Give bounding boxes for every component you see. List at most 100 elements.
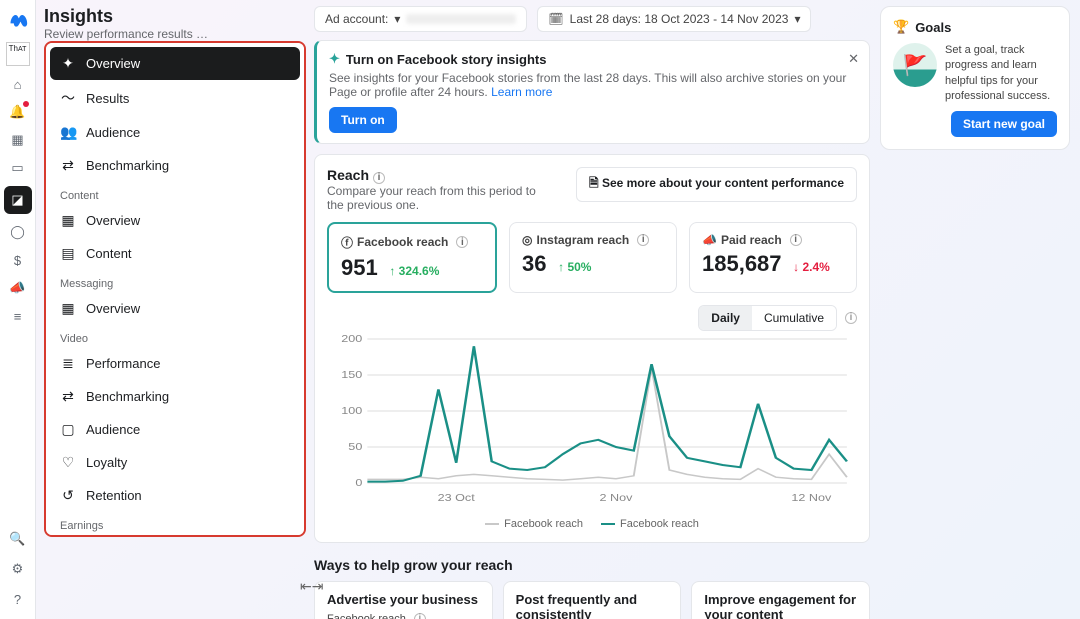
- grow-reach-section: Ways to help grow your reach Advertise y…: [314, 557, 870, 619]
- nav-icon: ↺: [60, 487, 76, 504]
- help-icon[interactable]: ?: [8, 589, 28, 609]
- nav-icon: ⇄: [60, 388, 76, 405]
- info-icon[interactable]: i: [373, 172, 385, 184]
- stat-facebook-reach[interactable]: ⓕ Facebook reach i 951 ↑ 324.6%: [327, 222, 497, 293]
- svg-text:150: 150: [341, 370, 362, 381]
- calendar-icon[interactable]: ▭: [8, 158, 28, 178]
- nav-icon: ≣: [60, 355, 76, 372]
- nav-item-audience[interactable]: ▢Audience: [50, 413, 300, 446]
- ig-icon: ◎: [522, 233, 532, 247]
- info-icon[interactable]: i: [637, 234, 649, 246]
- date-range-selector[interactable]: 🗓 Last 28 days: 18 Oct 2023 - 14 Nov 202…: [537, 6, 811, 32]
- home-icon[interactable]: ⌂: [8, 74, 28, 94]
- legend-prev: Facebook reach: [485, 518, 583, 530]
- nav-section-messaging: Messaging: [50, 270, 300, 292]
- page-header: Insights Review performance results …: [44, 6, 306, 41]
- date-range-label: Last 28 days: 18 Oct 2023 - 14 Nov 2023: [570, 12, 789, 26]
- info-icon[interactable]: i: [790, 234, 802, 246]
- collapse-sidebar-icon[interactable]: ⇤⇥: [300, 578, 323, 595]
- chart-legend: Facebook reach Facebook reach: [327, 518, 857, 530]
- trophy-icon: 🏆: [893, 19, 909, 35]
- grid-icon[interactable]: ▦: [8, 130, 28, 150]
- stat-paid-reach[interactable]: 📣 Paid reach i 185,687 ↓ 2.4%: [689, 222, 857, 293]
- ads-icon[interactable]: 📣: [8, 278, 28, 298]
- turn-on-button[interactable]: Turn on: [329, 107, 397, 133]
- nav-item-audience[interactable]: 👥Audience: [50, 116, 300, 149]
- close-icon[interactable]: ✕: [848, 51, 859, 67]
- info-icon[interactable]: i: [456, 236, 468, 248]
- nav-item-overview[interactable]: ▦Overview: [50, 204, 300, 237]
- info-icon[interactable]: i: [845, 312, 857, 324]
- lightbulb-icon: ✦: [329, 51, 340, 67]
- story-insights-banner: ✕ ✦ Turn on Facebook story insights See …: [314, 40, 870, 144]
- nav-item-overview[interactable]: ✦Overview: [50, 47, 300, 80]
- svg-text:2 Nov: 2 Nov: [600, 493, 633, 504]
- svg-text:100: 100: [341, 406, 362, 417]
- svg-text:200: 200: [341, 334, 362, 345]
- info-icon[interactable]: i: [414, 613, 426, 619]
- nav-icon: ▦: [60, 212, 76, 229]
- grow-title: Ways to help grow your reach: [314, 557, 870, 573]
- see-more-button[interactable]: 🗎 See more about your content performanc…: [576, 167, 857, 202]
- nav-icon: 👥: [60, 124, 76, 141]
- grow-card-0[interactable]: Advertise your businessFacebook reach i …: [314, 581, 493, 619]
- toggle-cumulative[interactable]: Cumulative: [752, 306, 836, 330]
- nav-item-content[interactable]: ▤Content: [50, 237, 300, 270]
- svg-text:50: 50: [348, 442, 362, 453]
- learn-more-link[interactable]: Learn more: [491, 85, 552, 99]
- settings-icon[interactable]: ⚙: [8, 559, 28, 579]
- nav-item-results[interactable]: 〜Results: [50, 80, 300, 116]
- banner-title: Turn on Facebook story insights: [346, 52, 547, 67]
- nav-item-benchmarking[interactable]: ⇄Benchmarking: [50, 149, 300, 182]
- monetize-icon[interactable]: $: [8, 250, 28, 270]
- svg-text:0: 0: [355, 478, 362, 489]
- nav-item-loyalty[interactable]: ♡Loyalty: [50, 446, 300, 479]
- page-thumbnail[interactable]: ThAT: [6, 42, 30, 66]
- left-rail: ThAT ⌂ 🔔 ▦ ▭ ◪ ◯ $ 📣 ≡ 🔍 ⚙ ?: [0, 0, 36, 619]
- search-icon[interactable]: 🔍: [8, 529, 28, 549]
- flag-icon: 🚩: [893, 43, 937, 87]
- nav-section-content: Content: [50, 182, 300, 204]
- nav-icon: ✦: [60, 55, 76, 72]
- goals-text: Set a goal, track progress and learn hel…: [945, 43, 1057, 105]
- nav-icon: ▢: [60, 421, 76, 438]
- reach-subtitle: Compare your reach from this period to t…: [327, 184, 547, 212]
- goals-heading: Goals: [915, 20, 951, 35]
- page-subtitle: Review performance results …: [44, 27, 306, 41]
- legend-curr: Facebook reach: [601, 518, 699, 530]
- doc-icon: 🗎: [589, 176, 602, 190]
- banner-body: See insights for your Facebook stories f…: [329, 71, 846, 99]
- ad-account-label: Ad account:: [325, 12, 388, 26]
- chart-mode-toggle[interactable]: Daily Cumulative: [698, 305, 837, 331]
- reach-card: Reachi Compare your reach from this peri…: [314, 154, 870, 543]
- nav-icon: ▦: [60, 300, 76, 317]
- reach-title: Reach: [327, 167, 369, 183]
- insights-icon[interactable]: ◪: [4, 186, 32, 214]
- nav-section-video: Video: [50, 325, 300, 347]
- toggle-daily[interactable]: Daily: [699, 306, 752, 330]
- notifications-icon[interactable]: 🔔: [8, 102, 28, 122]
- stat-instagram-reach[interactable]: ◎ Instagram reach i 36 ↑ 50%: [509, 222, 677, 293]
- inbox-icon[interactable]: ◯: [8, 222, 28, 242]
- grow-card-2[interactable]: Improve engagement for your contentⓕ Med…: [691, 581, 870, 619]
- ad-account-selector[interactable]: Ad account: ▾: [314, 6, 527, 32]
- grow-card-1[interactable]: Post frequently and consistentlyⓕ Publis…: [503, 581, 682, 619]
- nav-item-retention[interactable]: ↺Retention: [50, 479, 300, 512]
- meta-logo-icon[interactable]: [4, 6, 32, 34]
- start-new-goal-button[interactable]: Start new goal: [951, 111, 1057, 137]
- nav-item-overview[interactable]: ▦Overview: [50, 292, 300, 325]
- nav-item-videos[interactable]: $Videos: [50, 534, 300, 537]
- insights-nav: ✦Overview〜Results👥Audience⇄BenchmarkingC…: [44, 41, 306, 537]
- page-title: Insights: [44, 6, 306, 27]
- horn-icon: 📣: [702, 233, 717, 247]
- svg-text:23 Oct: 23 Oct: [438, 493, 476, 504]
- nav-icon: ♡: [60, 454, 76, 471]
- nav-section-earnings: Earnings: [50, 512, 300, 534]
- nav-item-benchmarking[interactable]: ⇄Benchmarking: [50, 380, 300, 413]
- nav-icon: ⇄: [60, 157, 76, 174]
- reach-line-chart: 05010015020023 Oct2 Nov12 Nov: [327, 331, 857, 511]
- nav-icon: 〜: [60, 88, 76, 108]
- nav-item-performance[interactable]: ≣Performance: [50, 347, 300, 380]
- calendar-icon: 🗓: [548, 12, 563, 26]
- menu-icon[interactable]: ≡: [8, 306, 28, 326]
